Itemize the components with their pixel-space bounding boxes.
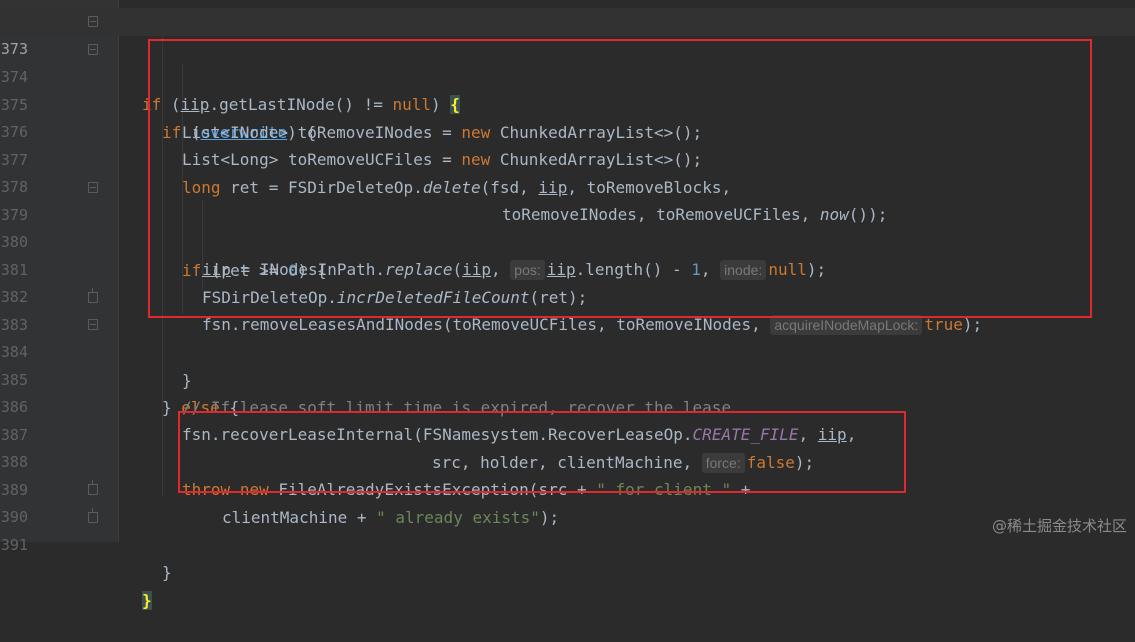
line-number: 391 <box>0 535 28 554</box>
fold-icon[interactable] <box>88 288 98 303</box>
fold-icon[interactable] <box>88 480 98 495</box>
code-editor[interactable]: 373 if (iip.getLastINode() != null) { 37… <box>0 0 1135 610</box>
highlight-box-overwrite <box>148 39 1092 318</box>
code-line[interactable]: 385 // If lease soft limit time is expir… <box>0 339 1135 418</box>
fold-icon[interactable] <box>88 182 98 193</box>
code-line[interactable]: 373 if (iip.getLastINode() != null) { <box>0 8 1135 114</box>
highlight-box-throw <box>178 411 906 493</box>
fold-icon[interactable] <box>88 44 98 55</box>
fold-icon[interactable] <box>88 508 98 523</box>
code-line[interactable]: 391 } <box>0 504 1135 610</box>
code-line[interactable]: 386 fsn.recoverLeaseInternal(FSNamesyste… <box>0 366 1135 445</box>
code-text: } <box>162 562 172 582</box>
fold-icon[interactable] <box>88 319 98 330</box>
watermark: @稀土掘金技术社区 <box>991 517 1127 535</box>
fold-icon[interactable] <box>88 16 98 27</box>
code-text: } <box>142 590 152 610</box>
